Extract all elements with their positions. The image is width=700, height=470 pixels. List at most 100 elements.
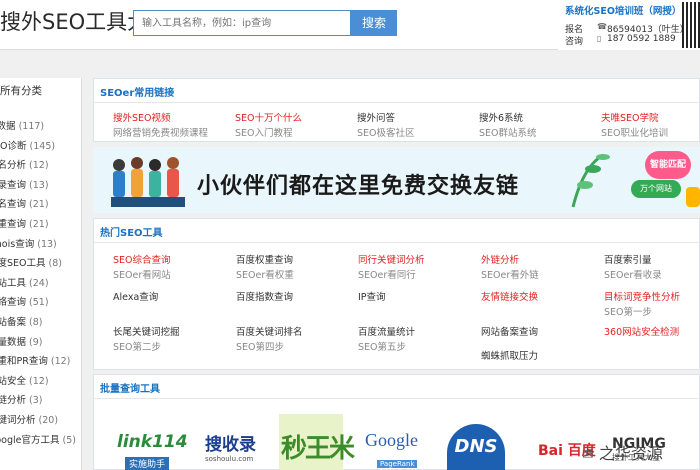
- sidebar-item-label: 外链分析: [0, 395, 27, 407]
- tool-link[interactable]: 百度关键词排名 SEO第四步: [236, 324, 303, 353]
- link114-logo-text: link114: [117, 432, 188, 452]
- tool-title: 百度指数查询: [236, 292, 294, 303]
- link114-logo[interactable]: link114 实施助手: [117, 432, 188, 470]
- sidebar-item-label: 网站安全: [0, 375, 27, 387]
- tool-subtitle: SEOer看同行: [358, 270, 416, 281]
- sidebar-item-label: 建站工具: [0, 277, 27, 289]
- tool-title: 百度权重查询: [236, 255, 294, 266]
- sidebar-item[interactable]: 排名分析 (12): [0, 157, 49, 171]
- sidebar-item-count: (12): [29, 160, 49, 172]
- tool-title: 网站备案查询: [481, 327, 539, 338]
- link114-logo-sub: 实施助手: [125, 457, 170, 470]
- tool-link[interactable]: 同行关键词分析 SEOer看同行: [358, 252, 425, 281]
- sidebar-item-count: (117): [18, 121, 45, 132]
- watermark-overlay: ✉ 之华资源: [582, 440, 663, 464]
- tool-title: 夫唯SEO学院: [601, 113, 659, 124]
- tool-title: Alexa查询: [113, 292, 159, 303]
- sidebar-item[interactable]: whois查询 (13): [0, 236, 57, 250]
- link-exchange-banner[interactable]: 小伙伴们都在这里免费交换友链 智能匹配 万个网站: [93, 147, 700, 213]
- soshoulu-logo-text: 搜收录: [205, 435, 256, 455]
- tool-link[interactable]: 网站备案查询: [481, 324, 538, 338]
- tool-subtitle: SEOer看外链: [481, 270, 539, 281]
- search-input-box[interactable]: [133, 10, 351, 36]
- search-button[interactable]: 搜索: [351, 10, 397, 36]
- google-pagerank-logo[interactable]: Google PageRank: [365, 430, 418, 470]
- sidebar-item-count: (12): [50, 356, 71, 368]
- tool-title: IP查询: [358, 292, 386, 303]
- sidebar-item-count: (24): [29, 277, 49, 289]
- sidebar-item[interactable]: 网站备案 (8): [0, 314, 43, 328]
- tool-title: SEO十万个什么: [235, 113, 303, 124]
- tool-link[interactable]: 友情链接交换: [481, 289, 538, 303]
- tool-title: 百度索引量: [604, 255, 652, 266]
- sidebar-item-count: (13): [37, 238, 57, 250]
- tool-link[interactable]: 夫唯SEO学院 SEO职业化培训: [601, 110, 668, 139]
- ad-label-consult: 咨询: [565, 37, 584, 47]
- google-logo-text: Google: [365, 430, 418, 450]
- tool-title: 外链分析: [481, 255, 520, 266]
- tool-title: 搜外6系统: [479, 113, 524, 124]
- tool-link[interactable]: 搜外6系统 SEO群站系统: [479, 110, 537, 139]
- tool-title: 搜外问答: [357, 113, 396, 124]
- sidebar-item[interactable]: 关键词分析 (20): [0, 412, 58, 426]
- tool-link[interactable]: 百度指数查询: [236, 289, 293, 303]
- sidebar-item-count: (21): [29, 199, 49, 211]
- tool-link[interactable]: 百度流量统计 SEO第五步: [358, 324, 415, 353]
- common-links-title: SEOer常用链接: [100, 88, 175, 99]
- tool-link[interactable]: 目标词竞争性分析 SEO第一步: [604, 289, 680, 318]
- tool-link[interactable]: Alexa查询: [113, 289, 158, 303]
- search-input[interactable]: [134, 11, 350, 36]
- sidebar-item-label: 网站备案: [0, 317, 27, 328]
- tool-subtitle: SEO群站系统: [479, 128, 537, 139]
- sidebar-item[interactable]: 权重和PR查询 (12): [0, 353, 70, 367]
- tool-link[interactable]: SEO十万个什么 SEO入门教程: [235, 110, 302, 139]
- batch-tools-title: 批量查询工具: [100, 384, 160, 395]
- tool-link[interactable]: 搜外SEO视频 网络营销免费视频课程: [113, 110, 208, 139]
- phone-icon: ☎: [597, 22, 607, 31]
- tool-link[interactable]: IP查询: [358, 289, 386, 303]
- sidebar-item-count: (9): [29, 336, 43, 348]
- tool-link[interactable]: SEO综合查询 SEOer看网站: [113, 252, 171, 281]
- tool-title: 百度关键词排名: [236, 327, 303, 338]
- sidebar-item[interactable]: 外链分析 (3): [0, 392, 43, 406]
- soshoulu-logo[interactable]: 搜收录 soshoulu.com: [205, 430, 256, 463]
- tool-link[interactable]: 百度权重查询 SEOer看权重: [236, 252, 294, 281]
- sidebar-item[interactable]: 权重查询 (21): [0, 216, 49, 230]
- sidebar-item[interactable]: 收录查询 (13): [0, 177, 49, 191]
- tool-link[interactable]: 百度索引量 SEOer看收录: [604, 252, 662, 281]
- tool-subtitle: SEOer看收录: [604, 270, 662, 281]
- qr-code-image: [682, 2, 700, 48]
- banner-text: 小伙伴们都在这里免费交换友链: [197, 174, 520, 199]
- tool-link[interactable]: 360网站安全检测: [604, 324, 679, 338]
- sidebar-item[interactable]: 网络查询 (51): [0, 294, 49, 308]
- sidebar-item[interactable]: 流量数据 (9): [0, 334, 43, 348]
- sidebar-item[interactable]: 建站工具 (24): [0, 275, 49, 289]
- tool-link[interactable]: 长尾关键词挖掘 SEO第二步: [113, 324, 180, 353]
- tool-title: 搜外SEO视频: [113, 113, 171, 124]
- sidebar-item[interactable]: 域名查询 (21): [0, 196, 49, 210]
- tool-subtitle: SEO入门教程: [235, 128, 293, 139]
- tool-title: 蜘蛛抓取压力: [481, 351, 539, 362]
- tool-link[interactable]: 蜘蛛抓取压力: [481, 348, 538, 362]
- sidebar-item[interactable]: 百度SEO工具 (8): [0, 255, 62, 269]
- sidebar-item-count: (5): [62, 434, 77, 446]
- tool-link[interactable]: 搜外问答 SEO极客社区: [357, 110, 415, 139]
- sidebar-item-count: (13): [29, 179, 49, 191]
- sidebar-item[interactable]: IP数据 (117): [0, 118, 44, 132]
- tool-title: 目标词竞争性分析: [604, 292, 681, 303]
- ad-phone-2: 187 0592 1889: [607, 34, 676, 44]
- sidebar-item-label: 收录查询: [0, 179, 27, 191]
- sidebar-item-count: (3): [29, 395, 43, 407]
- tool-link[interactable]: 外链分析 SEOer看外链: [481, 252, 539, 281]
- sidebar-item[interactable]: SEO诊断 (145): [0, 138, 55, 152]
- dns-logo-text: DNS: [454, 436, 498, 457]
- sidebar-item-count: (51): [29, 297, 49, 309]
- phone-icon-decor: [686, 187, 700, 207]
- divider: [93, 102, 700, 103]
- sidebar-item[interactable]: 网站安全 (12): [0, 373, 49, 387]
- sidebar-item[interactable]: Google官方工具 (5): [0, 432, 76, 446]
- ad-title[interactable]: 系统化SEO培训班（网授）: [565, 3, 681, 17]
- sidebar-item-count: (12): [29, 375, 49, 387]
- mobile-icon: ▯: [597, 34, 602, 43]
- miaowangmi-logo[interactable]: 秒王米: [279, 414, 355, 470]
